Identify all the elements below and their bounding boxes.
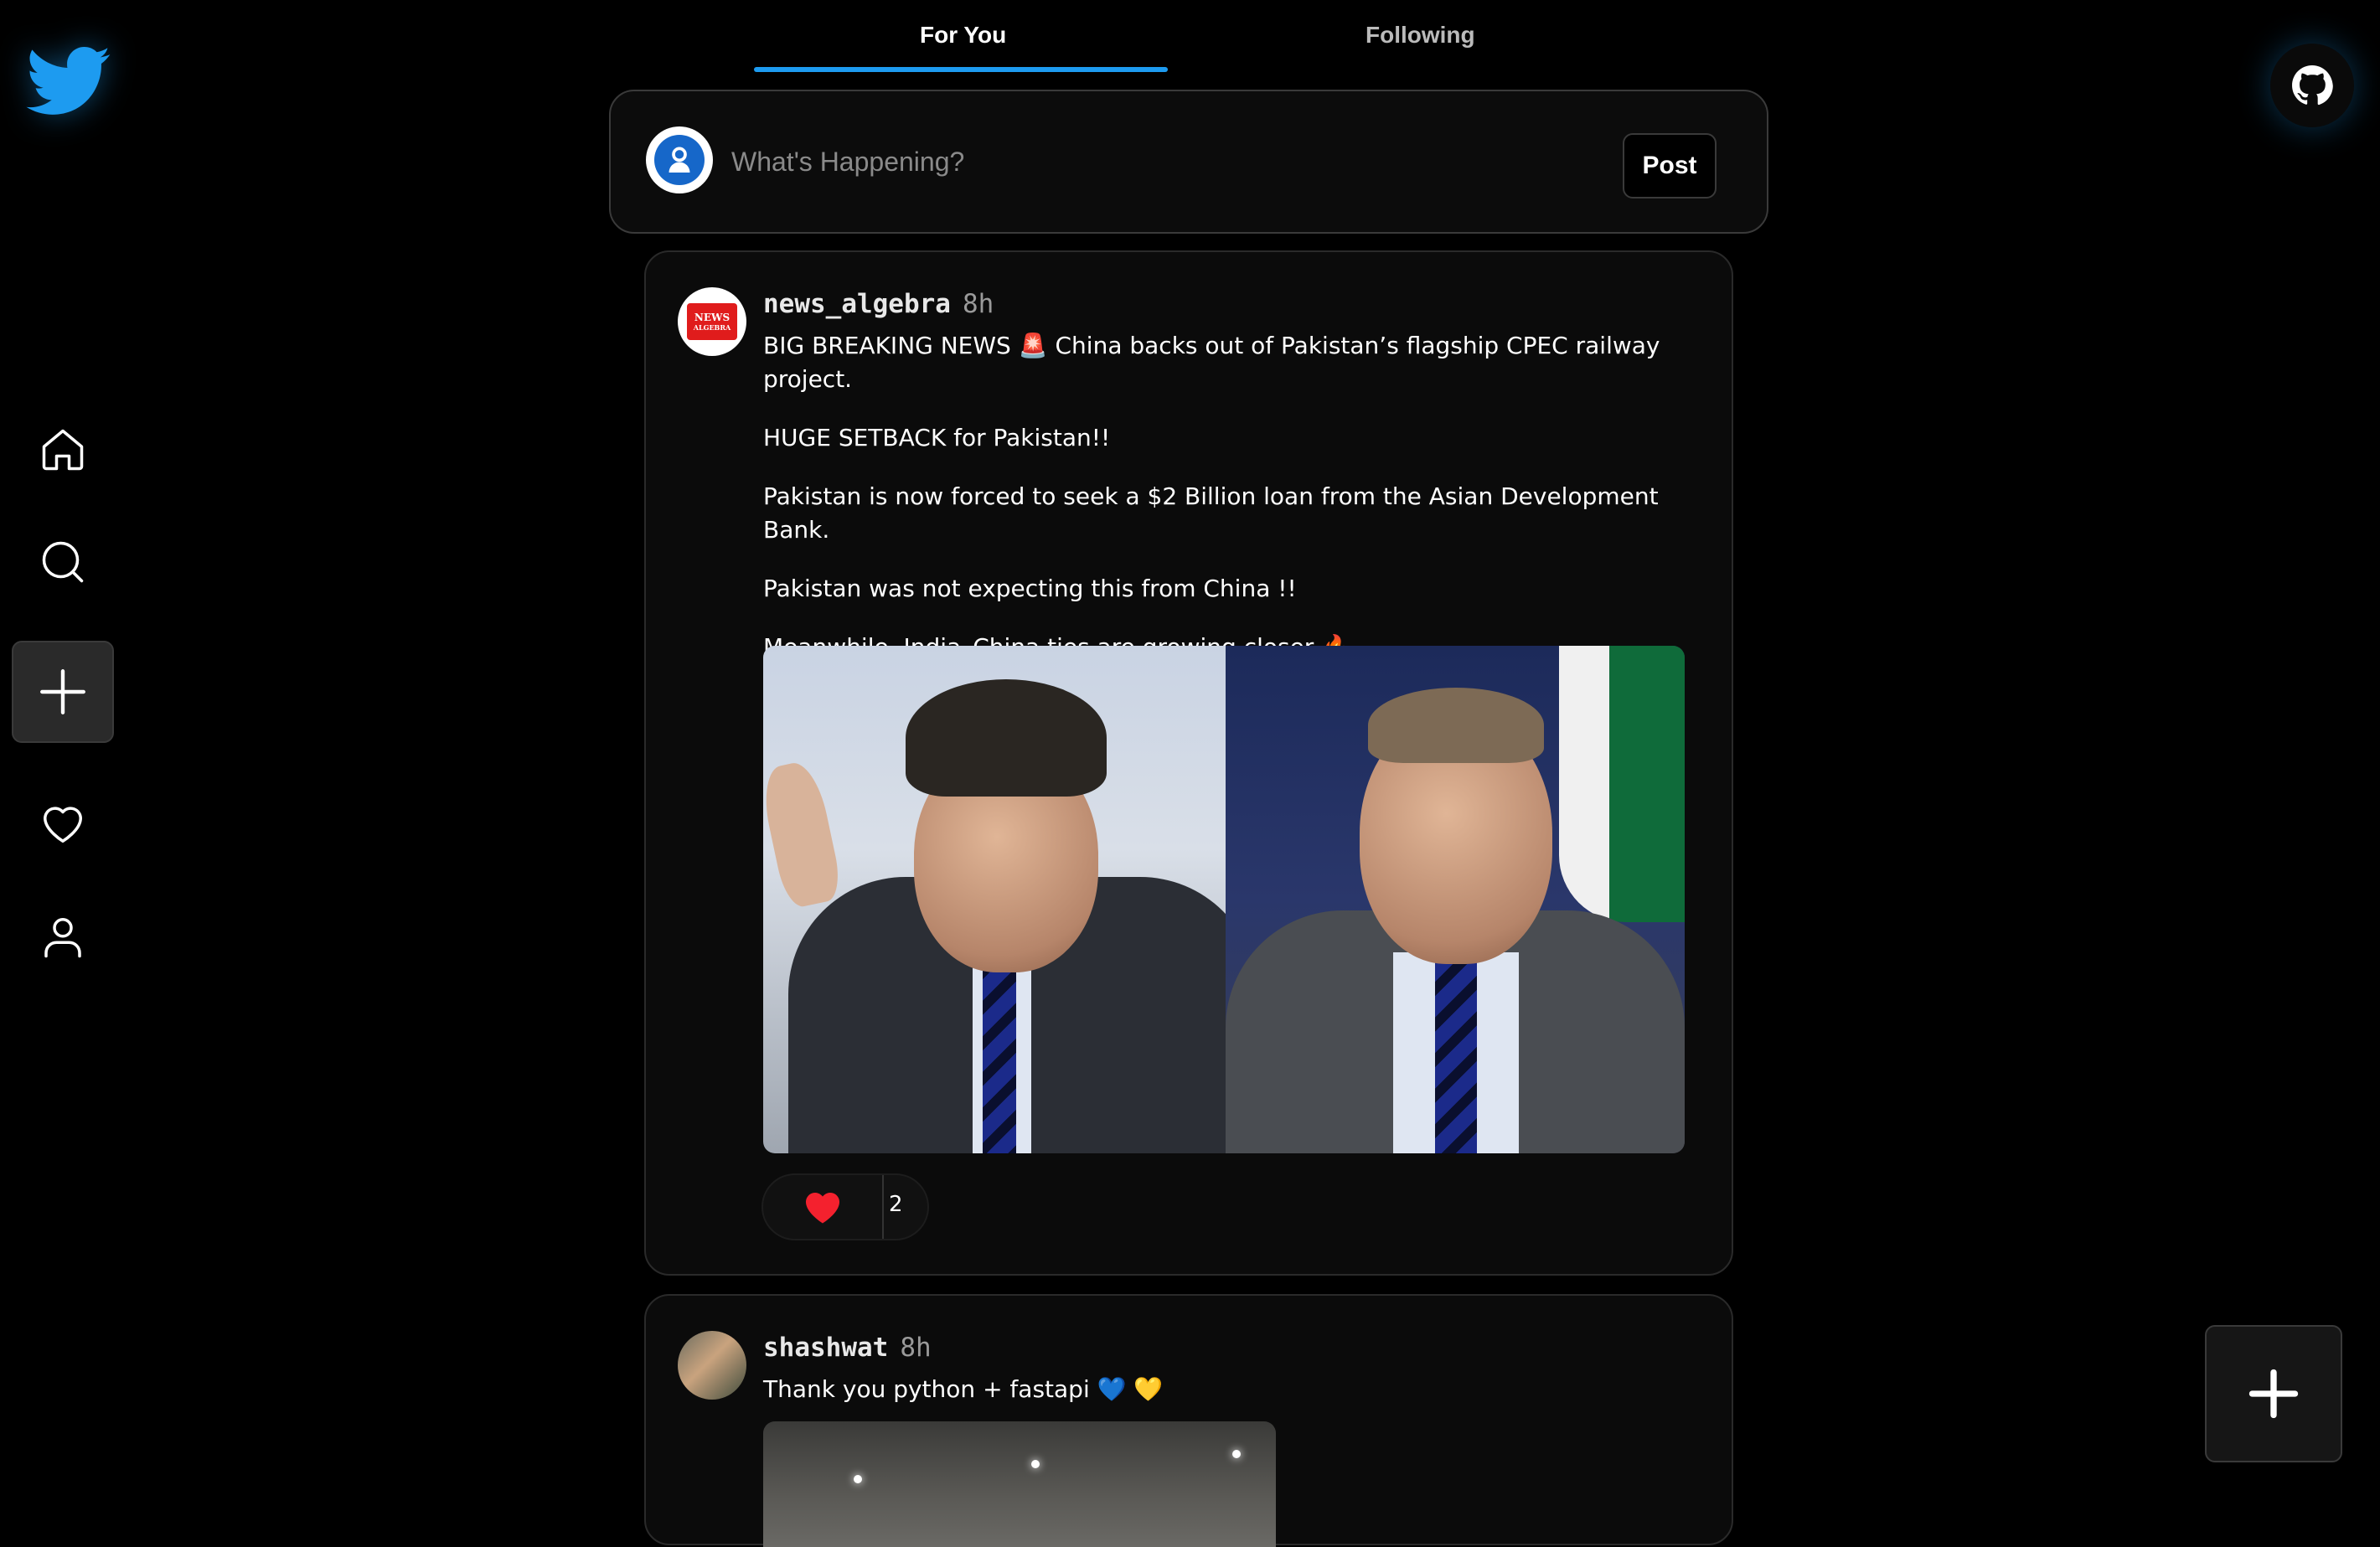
post-time: 8h xyxy=(962,289,994,319)
post-line: Pakistan is now forced to seek a $2 Bill… xyxy=(763,482,1659,544)
github-button[interactable] xyxy=(2270,44,2354,127)
post-header: shashwat 8h xyxy=(763,1333,932,1363)
avatar[interactable] xyxy=(678,1331,746,1400)
logo-line-1: NEWS xyxy=(694,311,731,323)
post-image[interactable] xyxy=(763,1421,1276,1547)
nav-likes-button[interactable] xyxy=(34,794,92,853)
post-header: news_algebra 8h xyxy=(763,289,994,319)
user-icon xyxy=(44,918,81,958)
user-avatar-icon xyxy=(669,147,690,173)
composer-avatar xyxy=(646,126,713,193)
like-count: 2 xyxy=(889,1192,903,1217)
nav-profile-button[interactable] xyxy=(34,908,92,967)
post-line: HUGE SETBACK for Pakistan!! xyxy=(763,424,1111,451)
feed-tabs: For You Following xyxy=(754,0,1675,75)
post-text: BIG BREAKING NEWS 🚨 China backs out of P… xyxy=(763,329,1685,689)
logo-line-2: ALGEBRA xyxy=(693,322,731,332)
like-button[interactable] xyxy=(763,1175,884,1239)
post-line: Pakistan was not expecting this from Chi… xyxy=(763,575,1297,602)
username[interactable]: shashwat xyxy=(763,1333,888,1363)
nav-search-button[interactable] xyxy=(34,533,92,591)
image-left-person xyxy=(763,646,1257,1153)
tab-following[interactable]: Following xyxy=(1366,22,1475,49)
twitter-logo-icon[interactable] xyxy=(22,39,117,122)
heart-filled-icon xyxy=(805,1193,840,1224)
image-right-person xyxy=(1226,646,1685,1153)
home-icon xyxy=(42,429,84,471)
plus-icon xyxy=(40,669,85,714)
heart-icon xyxy=(44,807,82,843)
github-icon xyxy=(2292,65,2333,106)
compose-fab[interactable] xyxy=(2205,1325,2342,1462)
post-line: BIG BREAKING NEWS 🚨 China backs out of P… xyxy=(763,332,1660,393)
nav-home-button[interactable] xyxy=(34,420,92,479)
compose-input[interactable] xyxy=(730,140,1487,183)
active-tab-indicator xyxy=(754,67,1168,72)
like-control: 2 xyxy=(761,1173,929,1240)
post-card[interactable]: shashwat 8h Thank you python + fastapi 💙 … xyxy=(644,1294,1733,1547)
post-button[interactable]: Post xyxy=(1623,133,1717,199)
post-line: Thank you python + fastapi 💙 💛 xyxy=(763,1375,1164,1403)
tab-for-you[interactable]: For You xyxy=(920,22,1006,49)
plus-icon xyxy=(2248,1369,2299,1419)
post-card[interactable]: NEWS ALGEBRA news_algebra 8h BIG BREAKING… xyxy=(644,250,1733,1276)
news-algebra-logo: NEWS ALGEBRA xyxy=(687,303,737,340)
post-image[interactable] xyxy=(763,646,1685,1153)
composer: Post xyxy=(609,90,1768,234)
search-icon xyxy=(42,541,84,583)
avatar[interactable]: NEWS ALGEBRA xyxy=(678,287,746,356)
post-time: 8h xyxy=(900,1333,932,1363)
nav-create-button[interactable] xyxy=(12,641,114,743)
username[interactable]: news_algebra xyxy=(763,289,951,319)
